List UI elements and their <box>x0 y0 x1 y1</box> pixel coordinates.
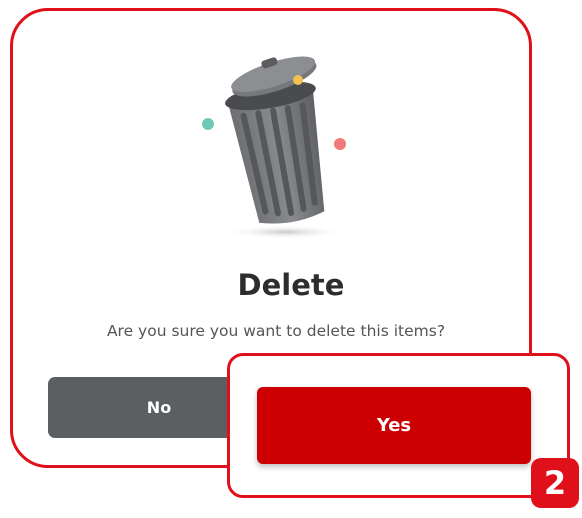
dialog-title: Delete <box>237 268 345 302</box>
dialog-message: Are you sure you want to delete this ite… <box>106 322 446 340</box>
yes-button[interactable]: Yes <box>257 387 531 464</box>
step-badge: 2 <box>531 458 579 508</box>
screen: Delete Are you sure you want to delete t… <box>0 0 582 518</box>
trash-can-icon <box>202 56 347 239</box>
